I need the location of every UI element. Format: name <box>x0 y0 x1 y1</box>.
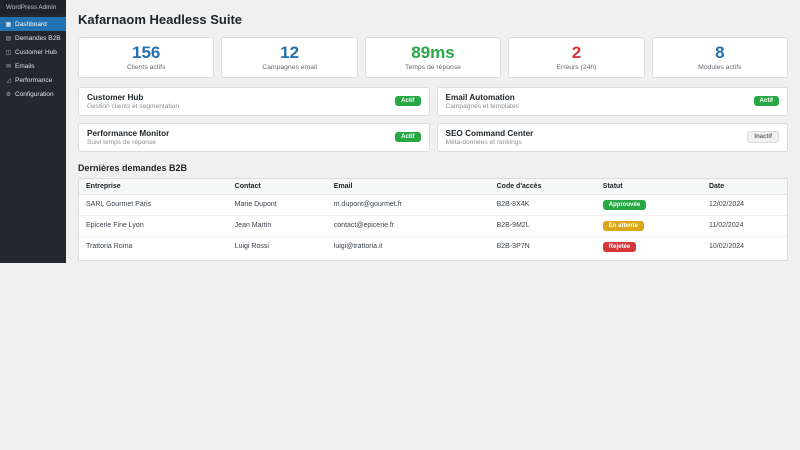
status-badge: En attente <box>603 221 644 231</box>
modules-grid: Customer Hub Gestion clients et segmenta… <box>78 87 788 152</box>
admin-sidebar: WordPress Admin ▦ Dashboard ▤ Demandes B… <box>0 0 66 263</box>
table-row[interactable]: Epicerie Fine Lyon Jean Martin contact@e… <box>79 215 787 236</box>
stat-card-clients-actifs: 156 Clients actifs <box>78 37 214 78</box>
cell-email: luigi@trattoria.it <box>327 236 490 257</box>
cell-date: 11/02/2024 <box>702 215 787 236</box>
module-card-customer-hub[interactable]: Customer Hub Gestion clients et segmenta… <box>78 87 430 116</box>
col-header-statut: Statut <box>596 179 702 195</box>
col-header-entreprise: Entreprise <box>79 179 228 195</box>
status-badge: Rejetée <box>603 242 636 252</box>
module-subtitle: Méta-données et rankings <box>446 139 534 146</box>
module-card-performance-monitor[interactable]: Performance Monitor Suivi temps de répon… <box>78 123 430 152</box>
cell-entreprise: Epicerie Fine Lyon <box>79 215 228 236</box>
stat-value: 2 <box>511 43 641 63</box>
cell-email: contact@epicerie.fr <box>327 215 490 236</box>
cell-contact: Jean Martin <box>228 215 327 236</box>
module-subtitle: Suivi temps de réponse <box>87 139 169 146</box>
sidebar-item-configuration[interactable]: ⚙ Configuration <box>0 87 66 101</box>
module-card-email-automation[interactable]: Email Automation Campagnes et templates … <box>437 87 789 116</box>
sidebar-item-customer-hub[interactable]: ◫ Customer Hub <box>0 45 66 59</box>
users-icon: ◫ <box>5 49 12 56</box>
stat-card-temps-reponse: 89ms Temps de réponse <box>365 37 501 78</box>
b2b-section-title: Dernières demandes B2B <box>78 163 788 173</box>
page-title: Kafarnaom Headless Suite <box>78 12 788 27</box>
cell-code: B2B-8X4K <box>490 194 596 215</box>
module-status-badge: Actif <box>754 96 779 106</box>
main-content: Kafarnaom Headless Suite 156 Clients act… <box>66 0 800 261</box>
sidebar-item-performance[interactable]: ◿ Performance <box>0 73 66 87</box>
stat-label: Temps de réponse <box>368 64 498 71</box>
sidebar-item-dashboard[interactable]: ▦ Dashboard <box>0 17 66 31</box>
dashboard-icon: ▦ <box>5 21 12 28</box>
cell-entreprise: Trattoria Roma <box>79 236 228 257</box>
module-card-seo-command-center[interactable]: SEO Command Center Méta-données et ranki… <box>437 123 789 152</box>
col-header-email: Email <box>327 179 490 195</box>
table-row[interactable]: SARL Gourmet Paris Marie Dupont m.dupont… <box>79 194 787 215</box>
module-status-badge: Actif <box>395 132 420 142</box>
list-icon: ▤ <box>5 35 12 42</box>
sidebar-item-label: Configuration <box>15 91 54 98</box>
stat-value: 156 <box>81 43 211 63</box>
sidebar-item-label: Dashboard <box>15 21 47 28</box>
col-header-code: Code d'accès <box>490 179 596 195</box>
table-header-row: Entreprise Contact Email Code d'accès St… <box>79 179 787 195</box>
stat-card-erreurs: 2 Erreurs (24h) <box>508 37 644 78</box>
stat-card-modules-actifs: 8 Modules actifs <box>652 37 788 78</box>
stat-label: Clients actifs <box>81 64 211 71</box>
cell-code: B2B-9M2L <box>490 215 596 236</box>
module-title: Customer Hub <box>87 93 179 102</box>
module-status-badge: Actif <box>395 96 420 106</box>
sidebar-item-label: Demandes B2B <box>15 35 61 42</box>
stats-row: 156 Clients actifs 12 Campagnes email 89… <box>78 37 788 78</box>
sidebar-item-label: Customer Hub <box>15 49 57 56</box>
status-badge: Approuvée <box>603 200 646 210</box>
envelope-icon: ✉ <box>5 63 12 70</box>
module-subtitle: Gestion clients et segmentation <box>87 103 179 110</box>
cell-date: 12/02/2024 <box>702 194 787 215</box>
sidebar-item-emails[interactable]: ✉ Emails <box>0 59 66 73</box>
stat-label: Campagnes email <box>224 64 354 71</box>
cell-code: B2B-3P7N <box>490 236 596 257</box>
stat-value: 89ms <box>368 43 498 63</box>
cell-entreprise: SARL Gourmet Paris <box>79 194 228 215</box>
cell-contact: Marie Dupont <box>228 194 327 215</box>
sidebar-nav: ▦ Dashboard ▤ Demandes B2B ◫ Customer Hu… <box>0 14 66 101</box>
stat-label: Modules actifs <box>655 64 785 71</box>
stat-label: Erreurs (24h) <box>511 64 641 71</box>
stat-value: 8 <box>655 43 785 63</box>
module-subtitle: Campagnes et templates <box>446 103 519 110</box>
b2b-table: Entreprise Contact Email Code d'accès St… <box>78 178 788 261</box>
module-title: Performance Monitor <box>87 129 169 138</box>
sidebar-item-label: Emails <box>15 63 35 70</box>
sidebar-item-demandes-b2b[interactable]: ▤ Demandes B2B <box>0 31 66 45</box>
gear-icon: ⚙ <box>5 91 12 98</box>
cell-date: 10/02/2024 <box>702 236 787 257</box>
sidebar-item-label: Performance <box>15 77 52 84</box>
module-title: SEO Command Center <box>446 129 534 138</box>
chart-icon: ◿ <box>5 77 12 84</box>
table-row[interactable]: Trattoria Roma Luigi Rossi luigi@trattor… <box>79 236 787 257</box>
module-status-badge: Inactif <box>747 131 779 143</box>
cell-contact: Luigi Rossi <box>228 236 327 257</box>
stat-card-campagnes-email: 12 Campagnes email <box>221 37 357 78</box>
col-header-contact: Contact <box>228 179 327 195</box>
cell-email: m.dupont@gourmet.fr <box>327 194 490 215</box>
wordpress-admin-brand: WordPress Admin <box>0 0 66 14</box>
col-header-date: Date <box>702 179 787 195</box>
module-title: Email Automation <box>446 93 519 102</box>
stat-value: 12 <box>224 43 354 63</box>
